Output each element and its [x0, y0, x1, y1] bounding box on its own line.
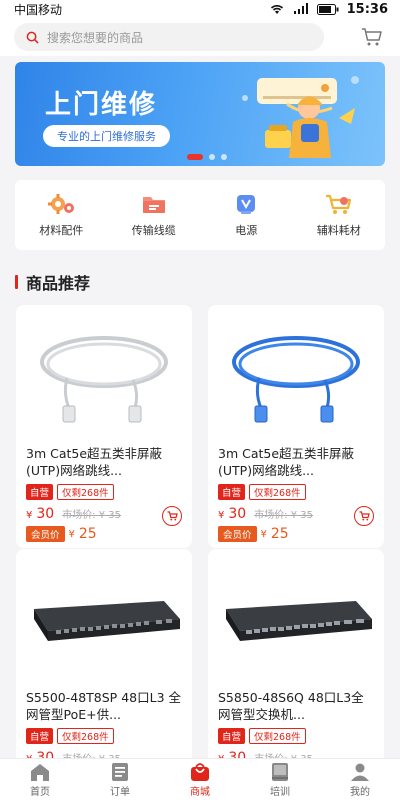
- cart-supplies-icon: [325, 194, 351, 214]
- currency-symbol: ¥: [26, 510, 33, 521]
- category-label: 材料配件: [39, 224, 84, 237]
- product-card[interactable]: 3m Cat5e超五类非屏蔽(UTP)网络跳线... 自营 仅剩268件 ¥ 3…: [16, 305, 192, 548]
- product-title: S5850-48S6Q 48口L3全网管型交换机...: [218, 690, 364, 722]
- tab-label: 订单: [110, 786, 130, 798]
- status-bar: 中国移动 15:36: [0, 0, 400, 18]
- grey-patch-cable-image: [40, 336, 168, 423]
- tab-label: 首页: [30, 786, 50, 798]
- power-v-icon: [237, 195, 256, 214]
- cart-button[interactable]: [358, 23, 386, 51]
- network-switch-image: [34, 601, 180, 641]
- market-price: 市场价: ¥ 35: [254, 510, 314, 521]
- product-image[interactable]: [208, 549, 384, 689]
- section-header: 商品推荐: [15, 270, 90, 294]
- member-currency: ¥: [68, 528, 75, 540]
- order-icon: [112, 762, 128, 781]
- category-label: 辅料耗材: [316, 224, 361, 237]
- product-title: 3m Cat5e超五类非屏蔽(UTP)网络跳线...: [26, 446, 163, 478]
- wifi-icon: [270, 5, 283, 14]
- battery-icon: [316, 3, 339, 15]
- home-icon: [31, 763, 49, 781]
- book-icon: [272, 762, 288, 781]
- member-currency: ¥: [260, 528, 267, 540]
- category-label: 电源: [235, 224, 258, 237]
- clock: 15:36: [346, 1, 388, 17]
- product-title: 3m Cat5e超五类非屏蔽(UTP)网络跳线...: [218, 446, 355, 478]
- member-price: 25: [270, 526, 289, 542]
- product-image[interactable]: [16, 549, 192, 689]
- gear-parts-icon: [48, 194, 75, 214]
- tab-label: 商城: [190, 786, 210, 798]
- product-image[interactable]: [16, 305, 192, 445]
- self-operated-badge: 自营: [26, 484, 54, 500]
- self-operated-badge: 自营: [26, 728, 54, 744]
- cart-icon: [362, 28, 382, 46]
- cart-icon: [359, 511, 370, 521]
- pagination-dot[interactable]: [221, 154, 227, 160]
- category-cables[interactable]: 传输线缆: [114, 192, 194, 238]
- category-label: 传输线缆: [131, 224, 176, 237]
- product-title: S5500-48T8SP 48口L3 全网管型PoE+供...: [26, 690, 181, 722]
- member-price-badge: 会员价: [218, 526, 257, 542]
- mall-bag-icon: [191, 762, 209, 781]
- pagination-dot[interactable]: [209, 154, 215, 160]
- search-icon: [26, 31, 39, 44]
- promo-banner[interactable]: 上门维修 专业的上门维修服务: [15, 62, 385, 166]
- stock-badge: 仅剩268件: [249, 728, 306, 744]
- stock-badge: 仅剩268件: [249, 484, 306, 500]
- self-operated-badge: 自营: [218, 484, 246, 500]
- market-price: 市场价: ¥ 35: [62, 510, 122, 521]
- tab-label: 培训: [270, 786, 290, 798]
- pagination-dot-active[interactable]: [187, 154, 203, 160]
- banner-title: 上门维修: [45, 90, 158, 120]
- tab-mall[interactable]: 商城: [160, 759, 240, 800]
- repair-worker-illustration: [242, 76, 359, 158]
- folder-cable-icon: [142, 197, 165, 213]
- category-row: 材料配件 传输线缆 电源 辅料耗材: [15, 180, 385, 250]
- section-title: 商品推荐: [26, 274, 91, 293]
- member-price-badge: 会员价: [26, 526, 65, 542]
- product-price: 30: [228, 506, 247, 522]
- signal-icon: [293, 3, 308, 14]
- tab-home[interactable]: 首页: [0, 759, 80, 800]
- product-price: 30: [36, 506, 55, 522]
- category-supplies[interactable]: 辅料耗材: [299, 192, 379, 238]
- category-power[interactable]: 电源: [206, 192, 286, 238]
- tab-training[interactable]: 培训: [240, 759, 320, 800]
- banner-subtitle: 专业的上门维修服务: [43, 125, 170, 147]
- add-to-cart-button[interactable]: [162, 506, 182, 526]
- top-bar: 搜索您想要的商品: [0, 18, 400, 56]
- member-price: 25: [78, 526, 97, 542]
- banner-pagination: [187, 154, 227, 160]
- currency-symbol: ¥: [218, 510, 225, 521]
- carrier-label: 中国移动: [14, 2, 63, 17]
- stock-badge: 仅剩268件: [57, 484, 114, 500]
- stock-badge: 仅剩268件: [57, 728, 114, 744]
- tab-orders[interactable]: 订单: [80, 759, 160, 800]
- network-switch-image: [226, 601, 372, 641]
- tab-profile[interactable]: 我的: [320, 759, 400, 800]
- user-icon: [351, 763, 369, 781]
- tab-label: 我的: [350, 786, 370, 798]
- self-operated-badge: 自营: [218, 728, 246, 744]
- bottom-tab-bar: 首页 订单 商城 培训 我的: [0, 758, 400, 800]
- product-image[interactable]: [208, 305, 384, 445]
- category-materials[interactable]: 材料配件: [21, 192, 101, 238]
- search-input[interactable]: 搜索您想要的商品: [14, 23, 324, 51]
- search-placeholder: 搜索您想要的商品: [47, 30, 144, 45]
- cart-icon: [167, 511, 178, 521]
- add-to-cart-button[interactable]: [354, 506, 374, 526]
- product-card[interactable]: 3m Cat5e超五类非屏蔽(UTP)网络跳线... 自营 仅剩268件 ¥ 3…: [208, 305, 384, 548]
- blue-patch-cable-image: [232, 336, 360, 423]
- section-accent-bar: [15, 275, 18, 289]
